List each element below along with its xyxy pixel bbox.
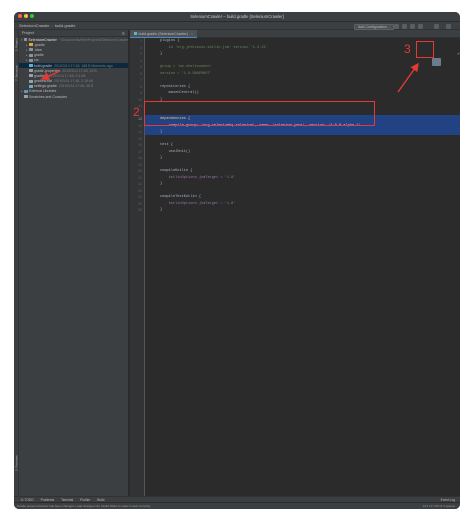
arrow-to-gradle-icon: [397, 62, 419, 93]
annotation-arrows: [40, 62, 419, 93]
arrow-to-build-gradle: [40, 70, 61, 80]
